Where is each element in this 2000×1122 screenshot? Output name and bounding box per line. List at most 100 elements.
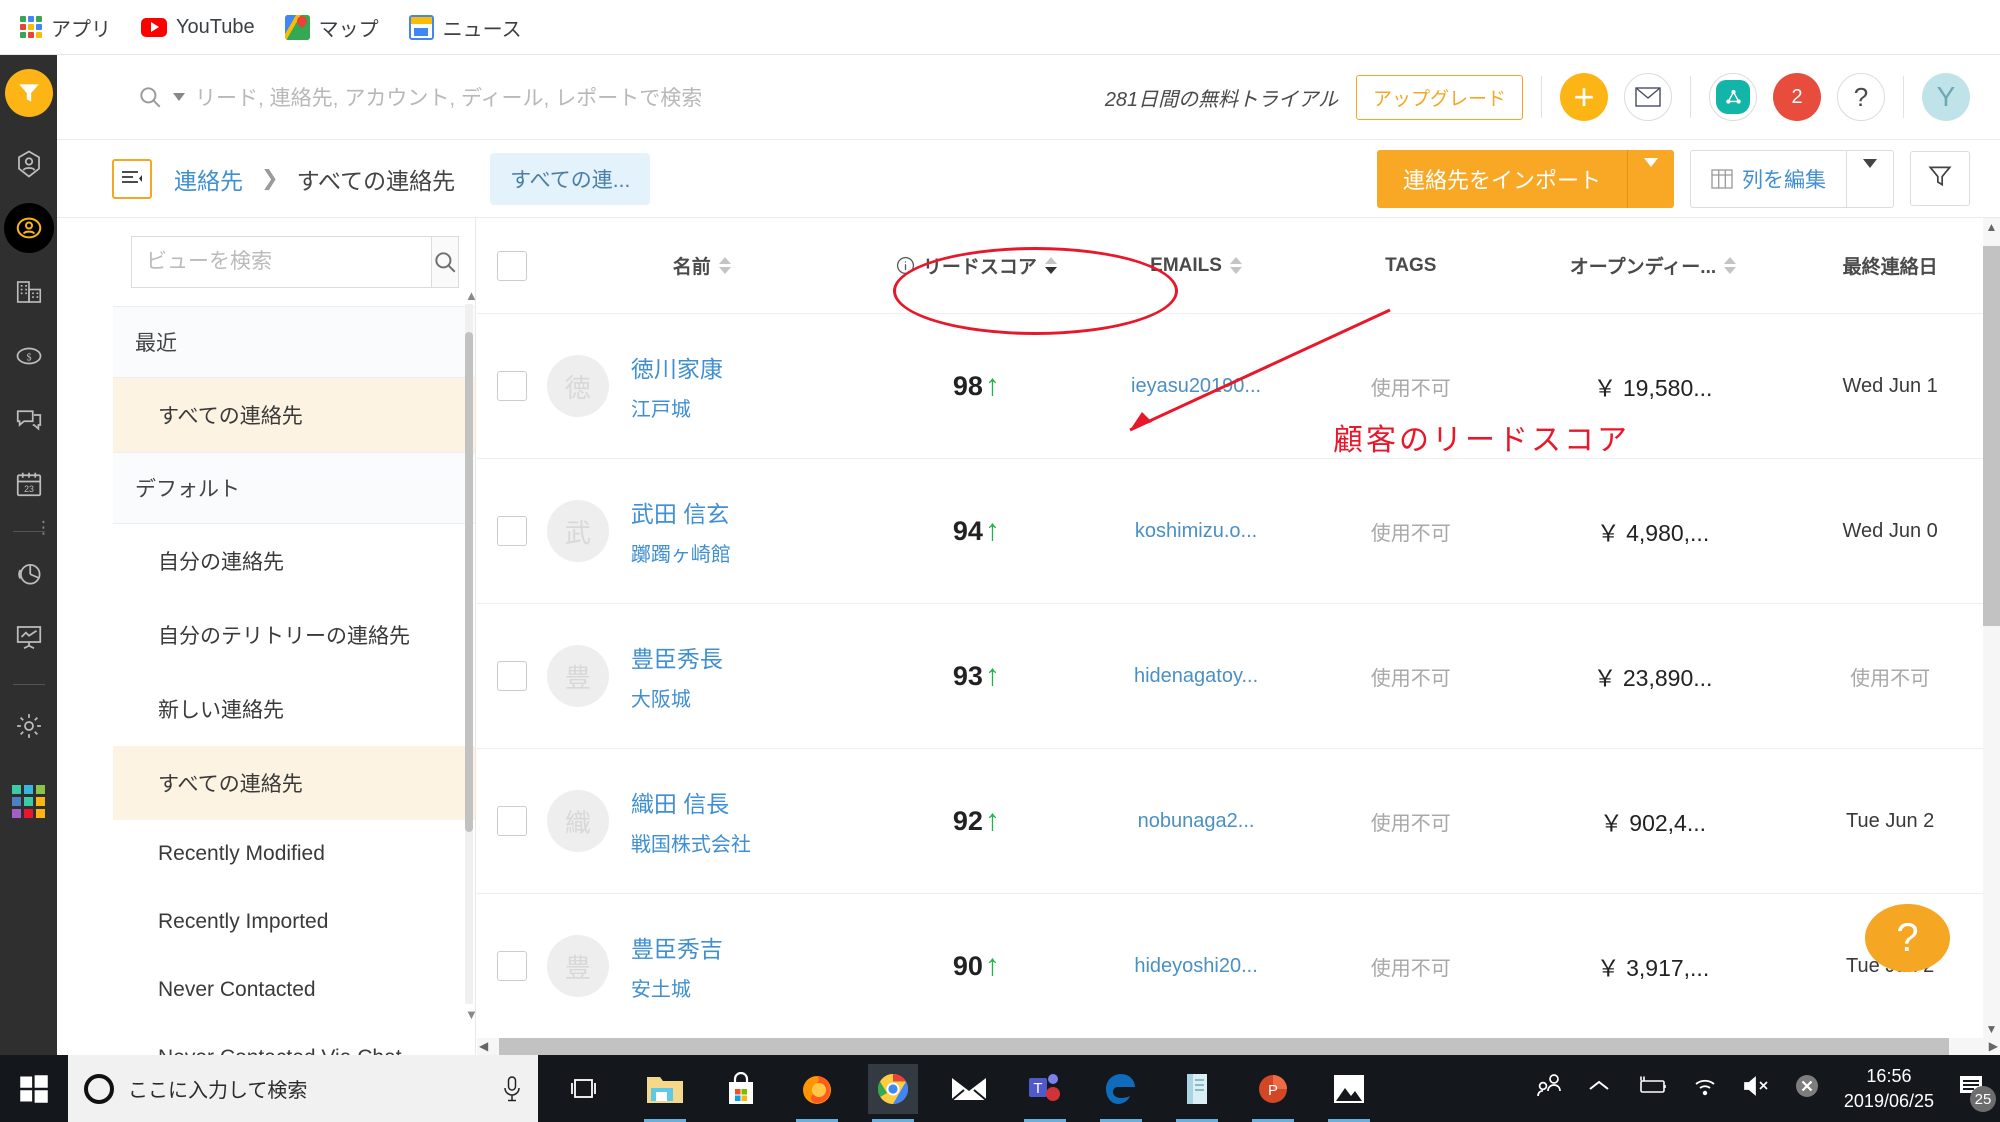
view-item-new-contacts[interactable]: 新しい連絡先	[113, 672, 475, 746]
table-hscroll-thumb[interactable]	[499, 1038, 1949, 1055]
error-circle-icon[interactable]	[1794, 1073, 1820, 1104]
search-scope-chevron-down-icon[interactable]	[173, 93, 185, 101]
row-checkbox[interactable]	[497, 516, 527, 546]
table-row[interactable]: 豊 豊臣秀吉 安土城 90 ↑ hideyoshi20... 使用不可 ￥ 3,…	[477, 894, 2000, 1038]
rail-item-settings[interactable]	[4, 701, 54, 751]
view-item-all-contacts[interactable]: すべての連絡先	[113, 746, 475, 820]
column-header-last-contacted[interactable]: 最終連絡日	[1780, 252, 2000, 279]
rail-item-reports[interactable]	[4, 548, 54, 598]
chrome-icon[interactable]	[868, 1064, 918, 1114]
breadcrumb-root-link[interactable]: 連絡先	[174, 162, 243, 196]
contact-name-link[interactable]: 豊臣秀長	[631, 640, 723, 674]
views-scrollbar[interactable]: ▲ ▼	[465, 304, 473, 1004]
info-icon[interactable]	[896, 256, 915, 275]
wifi-icon[interactable]	[1692, 1075, 1718, 1102]
bookmark-maps[interactable]: マップ	[285, 13, 379, 42]
photos-icon[interactable]	[1324, 1064, 1374, 1114]
people-icon[interactable]	[1536, 1073, 1564, 1104]
contact-company-link[interactable]: 戦国株式会社	[631, 834, 751, 856]
sort-arrows-icon[interactable]	[1045, 257, 1057, 274]
view-item-recent-all-contacts[interactable]: すべての連絡先	[113, 378, 475, 452]
global-search-input[interactable]: リード, 連絡先, アカウント, ディール, レポートで検索	[195, 82, 702, 112]
taskbar-search[interactable]: ここに入力して検索	[68, 1055, 538, 1122]
bookmark-news[interactable]: ニュース	[409, 13, 522, 42]
rail-more-icon[interactable]: ⋮	[35, 525, 52, 530]
select-all-checkbox[interactable]	[497, 251, 527, 281]
table-row[interactable]: 豊 豊臣秀長 大阪城 93 ↑ hidenagatoy... 使用不可 ￥ 23…	[477, 604, 2000, 749]
rail-item-leads[interactable]	[4, 139, 54, 189]
app-switcher-grid-icon[interactable]	[12, 785, 45, 818]
rail-item-accounts[interactable]	[4, 267, 54, 317]
show-hidden-icons-icon[interactable]	[1588, 1078, 1610, 1099]
windows-start-icon[interactable]	[0, 1074, 68, 1104]
sticky-notes-icon[interactable]	[1172, 1064, 1222, 1114]
views-scroll-thumb[interactable]	[465, 332, 473, 832]
scroll-up-icon[interactable]: ▲	[1983, 220, 2000, 234]
scroll-right-icon[interactable]: ▶	[1989, 1039, 1998, 1053]
row-checkbox[interactable]	[497, 951, 527, 981]
contact-company-link[interactable]: 躑躅ヶ崎館	[631, 544, 731, 566]
column-header-emails[interactable]: EMAILS	[1096, 255, 1296, 277]
view-item-recently-imported[interactable]: Recently Imported	[113, 888, 475, 956]
teams-icon[interactable]: T	[1020, 1064, 1070, 1114]
import-contacts-chevron-down-icon[interactable]	[1627, 150, 1674, 208]
column-header-open-deals[interactable]: オープンディー...	[1526, 252, 1781, 279]
row-checkbox[interactable]	[497, 371, 527, 401]
file-explorer-icon[interactable]	[640, 1064, 690, 1114]
contact-email-link[interactable]: nobunaga2...	[1138, 810, 1255, 832]
notification-center-icon[interactable]: 25	[1958, 1073, 1986, 1104]
column-header-name[interactable]: 名前	[547, 252, 857, 279]
edit-columns-button[interactable]: 列を編集	[1690, 150, 1847, 208]
taskbar-search-input[interactable]: ここに入力して検索	[128, 1074, 488, 1103]
scroll-up-icon[interactable]: ▲	[465, 288, 473, 303]
upgrade-button[interactable]: アップグレード	[1356, 75, 1523, 120]
sort-arrows-icon[interactable]	[1230, 257, 1242, 274]
collapse-panel-icon[interactable]	[112, 159, 152, 199]
table-row[interactable]: 徳 徳川家康 江戸城 98 ↑ ieyasu20190... 使用不可 ￥ 19…	[477, 314, 2000, 459]
task-view-icon[interactable]	[560, 1064, 610, 1114]
row-checkbox[interactable]	[497, 806, 527, 836]
contact-email-link[interactable]: hidenagatoy...	[1134, 665, 1258, 687]
bookmark-youtube[interactable]: YouTube	[141, 16, 255, 39]
powerpoint-icon[interactable]: P	[1248, 1064, 1298, 1114]
microsoft-store-icon[interactable]	[716, 1064, 766, 1114]
rail-item-analytics[interactable]	[4, 612, 54, 662]
edge-icon[interactable]	[1096, 1064, 1146, 1114]
view-item-recently-modified[interactable]: Recently Modified	[113, 820, 475, 888]
contact-name-link[interactable]: 武田 信玄	[631, 495, 731, 529]
table-row[interactable]: 武 武田 信玄 躑躅ヶ崎館 94 ↑ koshimizu.o... 使用不可 ￥…	[477, 459, 2000, 604]
rail-item-calendar[interactable]: 23	[4, 459, 54, 509]
contact-name-link[interactable]: 徳川家康	[631, 350, 723, 384]
scroll-down-icon[interactable]: ▼	[465, 1007, 473, 1022]
active-view-tab[interactable]: すべての連...	[490, 153, 650, 205]
volume-muted-icon[interactable]	[1742, 1075, 1770, 1102]
table-vertical-scrollbar[interactable]: ▲ ▼	[1983, 218, 2000, 1038]
view-item-my-territory-contacts[interactable]: 自分のテリトリーの連絡先	[113, 598, 475, 672]
rail-item-contacts[interactable]	[4, 203, 54, 253]
contact-company-link[interactable]: 江戸城	[631, 399, 691, 421]
contact-email-link[interactable]: ieyasu20190...	[1131, 375, 1261, 397]
funnel-logo-icon[interactable]	[5, 69, 53, 117]
help-floating-button[interactable]: ?	[1865, 904, 1950, 972]
contact-company-link[interactable]: 安土城	[631, 979, 691, 1001]
user-avatar[interactable]: Y	[1922, 73, 1970, 121]
contact-name-link[interactable]: 豊臣秀吉	[631, 930, 723, 964]
notifications-badge[interactable]: 2	[1773, 73, 1821, 121]
microphone-icon[interactable]	[502, 1076, 522, 1102]
rail-item-deals[interactable]: $	[4, 331, 54, 381]
edit-columns-chevron-down-icon[interactable]	[1847, 150, 1894, 208]
column-header-tags[interactable]: TAGS	[1296, 255, 1526, 277]
firefox-icon[interactable]	[792, 1064, 842, 1114]
import-contacts-button[interactable]: 連絡先をインポート	[1377, 150, 1627, 208]
mail-icon[interactable]	[944, 1064, 994, 1114]
sort-arrows-icon[interactable]	[1724, 257, 1736, 274]
contact-email-link[interactable]: koshimizu.o...	[1135, 520, 1257, 542]
scroll-left-icon[interactable]: ◀	[479, 1039, 488, 1053]
apps-integration-button[interactable]	[1709, 73, 1757, 121]
mail-button[interactable]	[1624, 73, 1672, 121]
view-item-never-contacted[interactable]: Never Contacted	[113, 956, 475, 1024]
views-search-input[interactable]	[131, 236, 431, 288]
column-header-lead-score[interactable]: リードスコア	[857, 252, 1097, 279]
global-search[interactable]: リード, 連絡先, アカウント, ディール, レポートで検索	[137, 82, 1105, 112]
sort-arrows-icon[interactable]	[719, 257, 731, 274]
